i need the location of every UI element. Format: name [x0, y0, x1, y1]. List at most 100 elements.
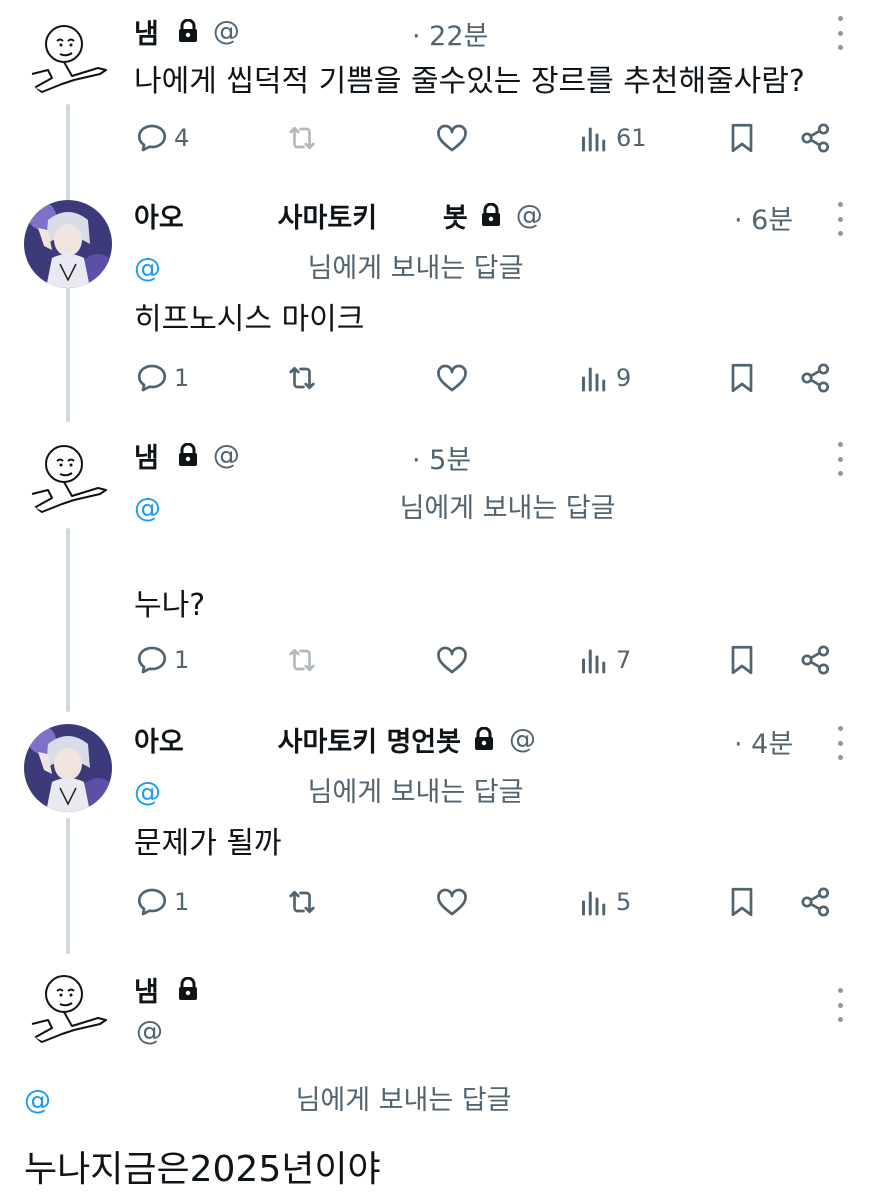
views-button[interactable]: 7 [576, 640, 631, 680]
handle[interactable]: @ [516, 200, 543, 231]
tweet-text: 나에게 씹덕적 기쁨을 줄수있는 장르를 추천해줄사람? [134, 64, 805, 99]
timestamp[interactable]: · 4분 [734, 722, 793, 761]
share-button[interactable] [798, 882, 834, 922]
like-button[interactable] [434, 882, 470, 922]
display-name[interactable]: 냄 [134, 970, 159, 1009]
display-name[interactable]: 냄 [134, 12, 159, 51]
reply-mention[interactable]: @ [134, 253, 161, 284]
view-count: 5 [616, 888, 632, 916]
heart-icon [434, 884, 470, 920]
bookmark-icon [724, 120, 760, 156]
bookmark-button[interactable] [724, 640, 760, 680]
more-dots-icon[interactable] [836, 16, 844, 50]
timestamp[interactable]: · 6분 [734, 198, 793, 237]
share-icon [798, 642, 834, 678]
display-name[interactable]: 아오 사마토키 봇 [134, 196, 468, 235]
lock-icon [177, 977, 199, 1001]
tweet[interactable]: 냄 @ · 5분 @ 님에게 보내는 답글 누나? 1 7 [0, 430, 878, 700]
bar-chart-icon [576, 120, 612, 156]
speech-bubble-icon [134, 642, 170, 678]
more-dots-icon[interactable] [836, 988, 844, 1022]
bookmark-button[interactable] [724, 118, 760, 158]
bookmark-button[interactable] [724, 358, 760, 398]
view-count: 9 [616, 364, 632, 392]
tweet-header: 냄 [134, 970, 788, 1009]
retweet-icon [284, 360, 320, 396]
reply-to-text: 님에게 보내는 답글 [399, 493, 616, 524]
replying-to: @ 님에게 보내는 답글 [134, 246, 523, 285]
lock-icon [480, 203, 502, 227]
display-name[interactable]: 냄 [134, 436, 159, 475]
action-bar: 1 7 [134, 640, 834, 680]
reply-mention[interactable]: @ [134, 777, 161, 808]
more-dots-icon[interactable] [836, 442, 844, 476]
speech-bubble-icon [134, 360, 170, 396]
retweet-icon [284, 884, 320, 920]
retweet-icon [284, 120, 320, 156]
views-button[interactable]: 61 [576, 118, 647, 158]
reply-count: 1 [174, 364, 190, 392]
bookmark-button[interactable] [724, 882, 760, 922]
retweet-button[interactable] [284, 118, 320, 158]
handle[interactable]: @ [213, 440, 240, 471]
reply-mention[interactable]: @ [134, 493, 161, 524]
tweet-header: 아오 사마토키 봇 @ [134, 196, 788, 235]
share-icon [798, 360, 834, 396]
more-dots-icon[interactable] [836, 726, 844, 760]
reply-button[interactable]: 4 [134, 118, 189, 158]
timestamp[interactable]: · 5분 [412, 438, 471, 477]
views-button[interactable]: 5 [576, 882, 631, 922]
like-button[interactable] [434, 358, 470, 398]
like-button[interactable] [434, 118, 470, 158]
handle[interactable]: @ [213, 16, 240, 47]
reply-to-text: 님에게 보내는 답글 [307, 777, 524, 808]
share-button[interactable] [798, 358, 834, 398]
reply-count: 1 [174, 888, 190, 916]
share-button[interactable] [798, 640, 834, 680]
reply-button[interactable]: 1 [134, 882, 189, 922]
tweet[interactable]: 아오 사마토키 명언봇 @ · 4분 @ 님에게 보내는 답글 문제가 될까 1… [0, 714, 878, 940]
lock-icon [177, 19, 199, 43]
reply-mention[interactable]: @ [24, 1085, 51, 1116]
reply-button[interactable]: 1 [134, 358, 189, 398]
action-bar: 1 5 [134, 882, 834, 922]
share-icon [798, 884, 834, 920]
speech-bubble-icon [134, 884, 170, 920]
retweet-button[interactable] [284, 882, 320, 922]
tweet[interactable]: 아오 사마토키 봇 @ · 6분 @ 님에게 보내는 답글 히프노시스 마이크 … [0, 190, 878, 418]
view-count: 61 [616, 124, 647, 152]
view-count: 7 [616, 646, 632, 674]
reply-button[interactable]: 1 [134, 640, 189, 680]
tweet[interactable]: 냄 @ · 22분 나에게 씹덕적 기쁨을 줄수있는 장르를 추천해줄사람? 4… [0, 0, 878, 170]
reply-count: 4 [174, 124, 190, 152]
retweet-button[interactable] [284, 640, 320, 680]
like-button[interactable] [434, 640, 470, 680]
display-name[interactable]: 아오 사마토키 명언봇 [134, 720, 461, 759]
more-dots-icon[interactable] [836, 202, 844, 236]
avatar[interactable] [24, 200, 112, 288]
avatar[interactable] [24, 724, 112, 812]
retweet-button[interactable] [284, 358, 320, 398]
bar-chart-icon [576, 642, 612, 678]
bookmark-icon [724, 884, 760, 920]
bookmark-icon [724, 360, 760, 396]
avatar[interactable] [24, 434, 112, 522]
avatar[interactable] [24, 964, 112, 1052]
replying-to: @ 님에게 보내는 답글 [134, 770, 523, 809]
replying-to: @ 님에게 보내는 답글 [24, 1078, 511, 1117]
lock-icon [177, 443, 199, 467]
avatar[interactable] [24, 14, 112, 102]
timestamp[interactable]: · 22분 [412, 14, 488, 53]
handle[interactable]: @ [509, 724, 536, 755]
tweet-text: 누나지금은2025년이야 [24, 1149, 381, 1190]
lock-icon [473, 727, 495, 751]
heart-icon [434, 360, 470, 396]
tweet-text: 문제가 될까 [134, 826, 282, 861]
focused-tweet[interactable]: 냄 @ @ 님에게 보내는 답글 누나지금은2025년이야 [0, 962, 878, 1200]
tweet-header: 아오 사마토키 명언봇 @ [134, 720, 788, 759]
tweet-text: 누나? [134, 588, 206, 623]
bookmark-icon [724, 642, 760, 678]
handle[interactable]: @ [136, 1016, 163, 1047]
views-button[interactable]: 9 [576, 358, 631, 398]
share-button[interactable] [798, 118, 834, 158]
